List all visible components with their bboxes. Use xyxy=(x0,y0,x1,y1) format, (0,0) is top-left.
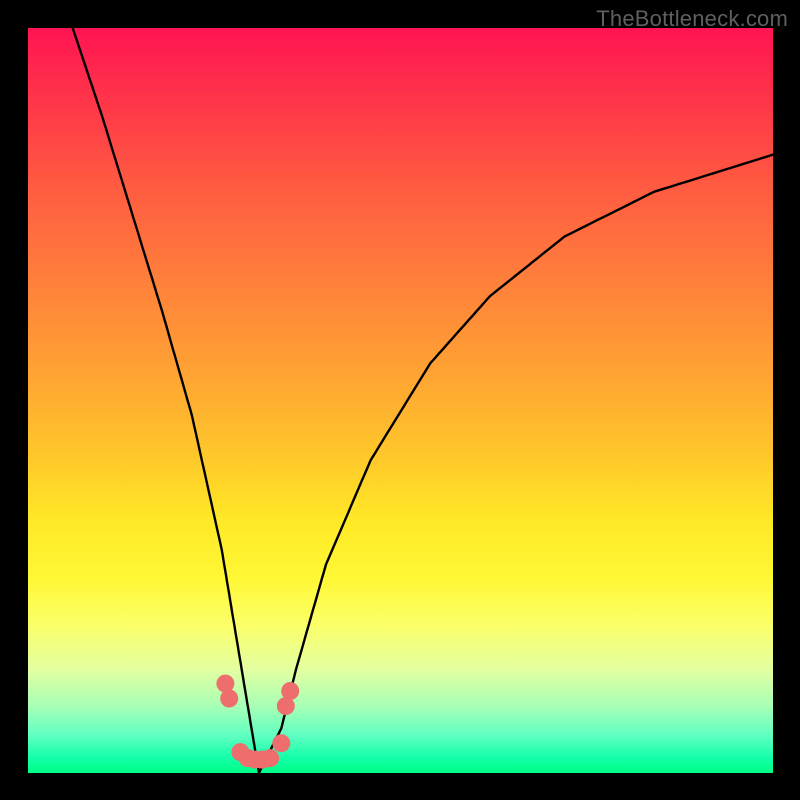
sample-dot xyxy=(272,734,290,752)
sample-dots xyxy=(216,675,299,769)
sample-dot xyxy=(261,749,279,767)
sample-dot xyxy=(281,682,299,700)
chart-frame: TheBottleneck.com xyxy=(0,0,800,800)
watermark-text: TheBottleneck.com xyxy=(596,6,788,32)
plot-area xyxy=(28,28,773,773)
bottleneck-curve xyxy=(73,28,773,773)
curve-svg xyxy=(28,28,773,773)
sample-dot xyxy=(220,690,238,708)
bottleneck-curve-path xyxy=(73,28,773,773)
